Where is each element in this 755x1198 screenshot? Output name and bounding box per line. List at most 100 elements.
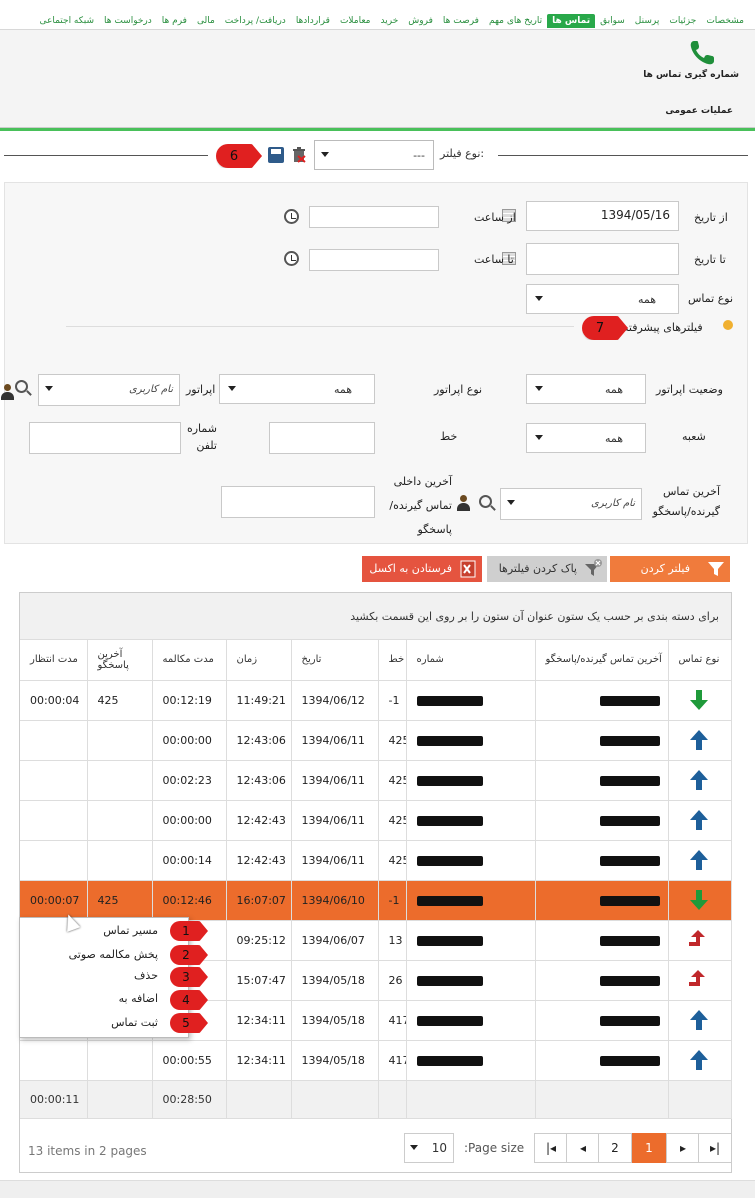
chevron-down-icon <box>535 435 543 440</box>
cell-call-type <box>668 920 732 961</box>
operator-type-value: همه <box>333 383 352 396</box>
outgoing-call-icon <box>687 768 711 792</box>
table-header-row: مدت انتظار آخرین پاسخگو مدت مکالمه زمان … <box>20 640 732 681</box>
col-header-line[interactable]: خط <box>378 640 407 681</box>
tab-transactions[interactable]: معاملات <box>335 14 376 28</box>
cell-duration: 00:12:46 <box>152 880 227 921</box>
clock-icon[interactable] <box>284 209 299 224</box>
col-header-call-type[interactable]: نوع تماس <box>668 640 732 681</box>
from-date-input[interactable]: 1394/05/16 <box>526 201 679 231</box>
call-type-select[interactable]: همه <box>526 284 679 314</box>
cell-number <box>406 1040 536 1081</box>
redacted-value <box>416 935 483 946</box>
tab-sales[interactable]: فروش <box>403 14 438 28</box>
table-row[interactable]: 00:00:04 425 00:12:19 11:49:21 1394/06/12 -1 <box>20 680 732 721</box>
save-icon[interactable] <box>268 147 284 163</box>
table-row[interactable]: 00:02:2312:43:061394/06/11425 <box>20 760 732 801</box>
tab-finance[interactable]: مالی <box>192 14 220 28</box>
prev-page-button[interactable]: ◂ <box>566 1133 600 1163</box>
search-icon[interactable] <box>479 495 492 508</box>
operator-type-select[interactable]: همه <box>219 374 375 404</box>
menu-item-play-audio[interactable]: پخش مکالمه صوتی <box>69 948 158 961</box>
page-2-button[interactable]: 2 <box>598 1133 632 1163</box>
cell-last-responder <box>87 720 153 761</box>
menu-item-label: حذف <box>134 969 158 982</box>
search-icon[interactable] <box>15 380 28 393</box>
user-icon[interactable] <box>0 384 14 400</box>
tab-social[interactable]: شبکه اجتماعی <box>34 14 99 28</box>
outgoing-call-icon <box>687 1008 711 1032</box>
phone-icon[interactable] <box>687 38 717 68</box>
tab-forms[interactable]: فرم ها <box>157 14 192 28</box>
table-row[interactable]: 00:00:0012:42:431394/06/11425 <box>20 800 732 841</box>
col-header-number[interactable]: شماره <box>406 640 536 681</box>
delete-icon[interactable] <box>292 147 306 163</box>
group-drop-area[interactable]: برای دسته بندی بر حسب یک ستون عنوان آن س… <box>20 593 731 640</box>
operator-select[interactable]: نام کاربری <box>38 374 180 406</box>
redacted-value <box>599 775 660 786</box>
to-date-input[interactable] <box>526 243 679 275</box>
cell-wait: 00:00:07 <box>20 880 88 921</box>
cell-line: 13 <box>378 920 407 961</box>
tab-contracts[interactable]: قراردادها <box>291 14 335 28</box>
redacted-value <box>599 815 660 826</box>
menu-item-add-to[interactable]: اضافه به <box>119 992 158 1005</box>
tab-details[interactable]: جزئیات <box>664 14 701 28</box>
col-header-last-responder[interactable]: آخرین پاسخگو <box>87 640 153 681</box>
redacted-value <box>416 975 483 986</box>
redacted-value <box>416 1015 483 1026</box>
advanced-filters-toggle[interactable]: فیلترهای پیشرفته <box>623 321 703 334</box>
tab-payments[interactable]: دریافت/ پرداخت <box>220 14 291 28</box>
phone-number-input[interactable] <box>29 422 181 454</box>
to-time-input[interactable] <box>309 249 439 271</box>
first-page-button[interactable]: |◂ <box>534 1133 568 1163</box>
from-time-input[interactable] <box>309 206 439 228</box>
tab-personnel[interactable]: پرسنل <box>630 14 665 28</box>
export-excel-button[interactable]: فرستادن به اکسل <box>362 556 482 582</box>
clear-filters-button[interactable]: پاک کردن فیلترها <box>487 556 607 582</box>
col-header-duration[interactable]: مدت مکالمه <box>152 640 227 681</box>
col-header-last-contact[interactable]: آخرین تماس گیرنده/پاسخگو <box>535 640 669 681</box>
line-input[interactable] <box>269 422 375 454</box>
cell-call-type <box>668 800 732 841</box>
tab-details-profile[interactable]: مشخصات <box>701 14 749 28</box>
user-icon[interactable] <box>456 495 470 511</box>
clock-icon[interactable] <box>284 251 299 266</box>
cell-number <box>406 720 536 761</box>
cell-last-contact <box>535 840 669 881</box>
col-header-wait[interactable]: مدت انتظار <box>20 640 88 681</box>
filter-type-select[interactable]: --- <box>314 140 434 170</box>
tab-calls[interactable]: تماس ها <box>547 14 596 28</box>
last-contact-select[interactable]: نام کاربری <box>500 488 642 520</box>
table-row[interactable]: 00:00:0012:43:061394/06/11425 <box>20 720 732 761</box>
table-row[interactable]: 00:00:1412:42:431394/06/11425 <box>20 840 732 881</box>
table-row[interactable]: 00:00:5512:34:111394/05/18417 <box>20 1040 732 1081</box>
last-internal-input[interactable] <box>221 486 375 518</box>
menu-item-delete[interactable]: حذف <box>134 969 158 982</box>
page-1-button[interactable]: 1 <box>632 1133 666 1163</box>
tab-history[interactable]: سوابق <box>595 14 630 28</box>
cell-number <box>406 760 536 801</box>
col-header-time[interactable]: زمان <box>226 640 292 681</box>
col-header-date[interactable]: تاریخ <box>291 640 379 681</box>
next-page-button[interactable]: ▸ <box>666 1133 700 1163</box>
cell-last-responder <box>87 1040 153 1081</box>
filter-button[interactable]: فیلتر کردن <box>610 556 730 582</box>
table-row[interactable]: 00:00:07 425 00:12:46 16:07:07 1394/06/10 -1 <box>20 880 732 921</box>
tab-important-dates[interactable]: تاریخ های مهم <box>484 14 547 28</box>
tab-opportunities[interactable]: فرصت ها <box>438 14 484 28</box>
last-page-button[interactable]: ▸| <box>698 1133 732 1163</box>
menu-item-call-route[interactable]: مسیر تماس <box>103 924 158 937</box>
expand-icon[interactable] <box>723 320 733 330</box>
outgoing-call-icon <box>687 808 711 832</box>
branch-select[interactable]: همه <box>526 423 646 453</box>
operator-status-select[interactable]: همه <box>526 374 646 404</box>
cell-line: 26 <box>378 960 407 1001</box>
page-size-select[interactable]: 10 <box>404 1133 454 1163</box>
phone-label[interactable]: شماره گیری تماس ها <box>643 70 739 80</box>
cell-duration: 00:00:55 <box>152 1040 227 1081</box>
menu-item-register-call[interactable]: ثبت تماس <box>111 1016 158 1029</box>
cell-wait <box>20 800 88 841</box>
tab-requests[interactable]: درخواست ها <box>99 14 157 28</box>
tab-purchase[interactable]: خرید <box>376 14 404 28</box>
